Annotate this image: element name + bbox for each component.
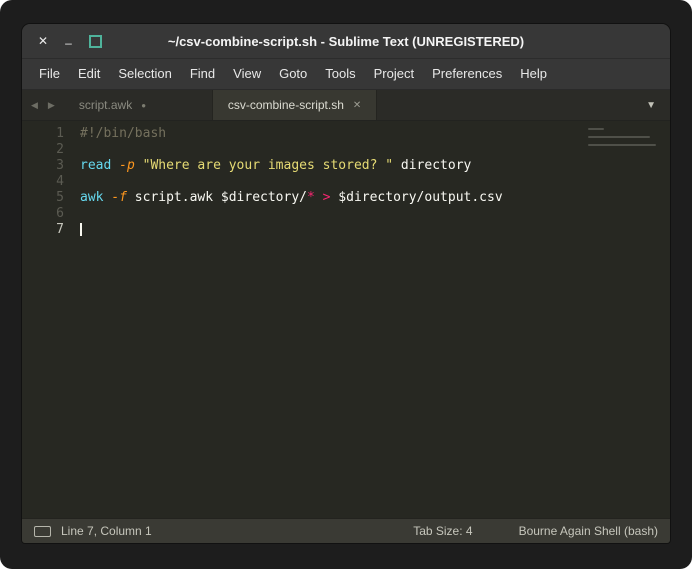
desktop-background: ✕ – ~/csv-combine-script.sh - Sublime Te… [0, 0, 692, 569]
code-line[interactable] [80, 142, 670, 158]
tab-modified-dot: ● [141, 100, 147, 110]
menu-item-edit[interactable]: Edit [69, 59, 109, 89]
menu-item-view[interactable]: View [224, 59, 270, 89]
menu-item-goto[interactable]: Goto [270, 59, 316, 89]
cursor-position-status: Line 7, Column 1 [61, 524, 152, 538]
minimap-line [588, 152, 666, 154]
tab-size-status[interactable]: Tab Size: 4 [413, 524, 472, 538]
chevron-down-icon: ▼ [646, 99, 656, 111]
menu-item-help[interactable]: Help [511, 59, 556, 89]
sublime-text-window: ✕ – ~/csv-combine-script.sh - Sublime Te… [22, 24, 670, 543]
tab-overflow-menu[interactable]: ▼ [632, 90, 670, 120]
minimap-line [588, 144, 656, 146]
code-token: "Where are your images stored? " [142, 158, 394, 173]
menu-item-tools[interactable]: Tools [316, 59, 364, 89]
line-number: 4 [56, 174, 64, 189]
tab-scroll-left-icon[interactable]: ◀ [31, 100, 38, 111]
menu-item-selection[interactable]: Selection [109, 59, 180, 89]
tab-label: csv-combine-script.sh [227, 98, 344, 112]
line-number: 6 [56, 206, 64, 221]
code-line[interactable] [80, 222, 670, 238]
tab-scroll-right-icon[interactable]: ▶ [48, 100, 55, 111]
code-token: -p [119, 158, 135, 173]
window-controls: ✕ – [38, 34, 102, 49]
minimap-line [588, 140, 666, 142]
menu-item-preferences[interactable]: Preferences [423, 59, 511, 89]
window-title: ~/csv-combine-script.sh - Sublime Text (… [167, 33, 525, 49]
code-token: script.awk $directory/ [126, 190, 307, 205]
code-line[interactable]: #!/bin/bash [80, 126, 670, 142]
minimap-line [588, 132, 666, 134]
code-token: -f [111, 190, 127, 205]
minimize-window-icon[interactable]: – [65, 37, 72, 49]
line-number: 5 [56, 190, 64, 205]
line-number: 1 [56, 126, 64, 141]
tab-scroll-controls: ◀ ▶ [22, 90, 64, 120]
line-number-gutter: 1234567 [22, 126, 80, 518]
code-content[interactable]: #!/bin/bash read -p "Where are your image… [80, 126, 670, 518]
code-token: * [306, 190, 315, 205]
line-number: 7 [56, 222, 64, 237]
code-line[interactable]: awk -f script.awk $directory/* > $direct… [80, 190, 670, 206]
editor-area[interactable]: 1234567 #!/bin/bash read -p "Where are yo… [22, 121, 670, 518]
tab-script.awk[interactable]: script.awk ● [64, 90, 213, 120]
minimap-line [588, 148, 666, 150]
tab-bar: ◀ ▶ script.awk ● csv-combine-script.sh ✕ ▼ [22, 90, 670, 121]
minimap-line [588, 136, 650, 138]
code-line[interactable]: read -p "Where are your images stored? "… [80, 158, 670, 174]
menu-item-project[interactable]: Project [365, 59, 423, 89]
text-cursor [80, 223, 82, 236]
syntax-status[interactable]: Bourne Again Shell (bash) [519, 524, 658, 538]
line-number: 3 [56, 158, 64, 173]
code-token: awk [80, 190, 104, 205]
status-bar: Line 7, Column 1 Tab Size: 4 Bourne Agai… [22, 518, 670, 543]
close-window-icon[interactable]: ✕ [38, 35, 48, 47]
title-bar[interactable]: ✕ – ~/csv-combine-script.sh - Sublime Te… [22, 24, 670, 59]
tab-strip: script.awk ● csv-combine-script.sh ✕ [64, 90, 378, 120]
panel-toggle-icon[interactable] [34, 525, 51, 537]
menu-item-find[interactable]: Find [181, 59, 224, 89]
line-number: 2 [56, 142, 64, 157]
code-token: $directory/output.csv [330, 190, 503, 205]
menu-bar: File Edit Selection Find View Goto Tools Projec… [22, 59, 670, 90]
menu-item-file[interactable]: File [30, 59, 69, 89]
code-token: read [80, 158, 112, 173]
minimap[interactable] [588, 128, 666, 156]
tab-label: script.awk [78, 98, 133, 112]
code-line[interactable] [80, 206, 670, 222]
code-line[interactable] [80, 174, 670, 190]
code-token: #!/bin/bash [80, 126, 167, 141]
tab-csv-combine-script.sh[interactable]: csv-combine-script.sh ✕ [212, 90, 378, 120]
tab-close-icon[interactable]: ✕ [353, 100, 361, 111]
code-token: directory [393, 158, 472, 173]
maximize-window-icon[interactable] [88, 34, 102, 48]
minimap-line [588, 128, 604, 130]
